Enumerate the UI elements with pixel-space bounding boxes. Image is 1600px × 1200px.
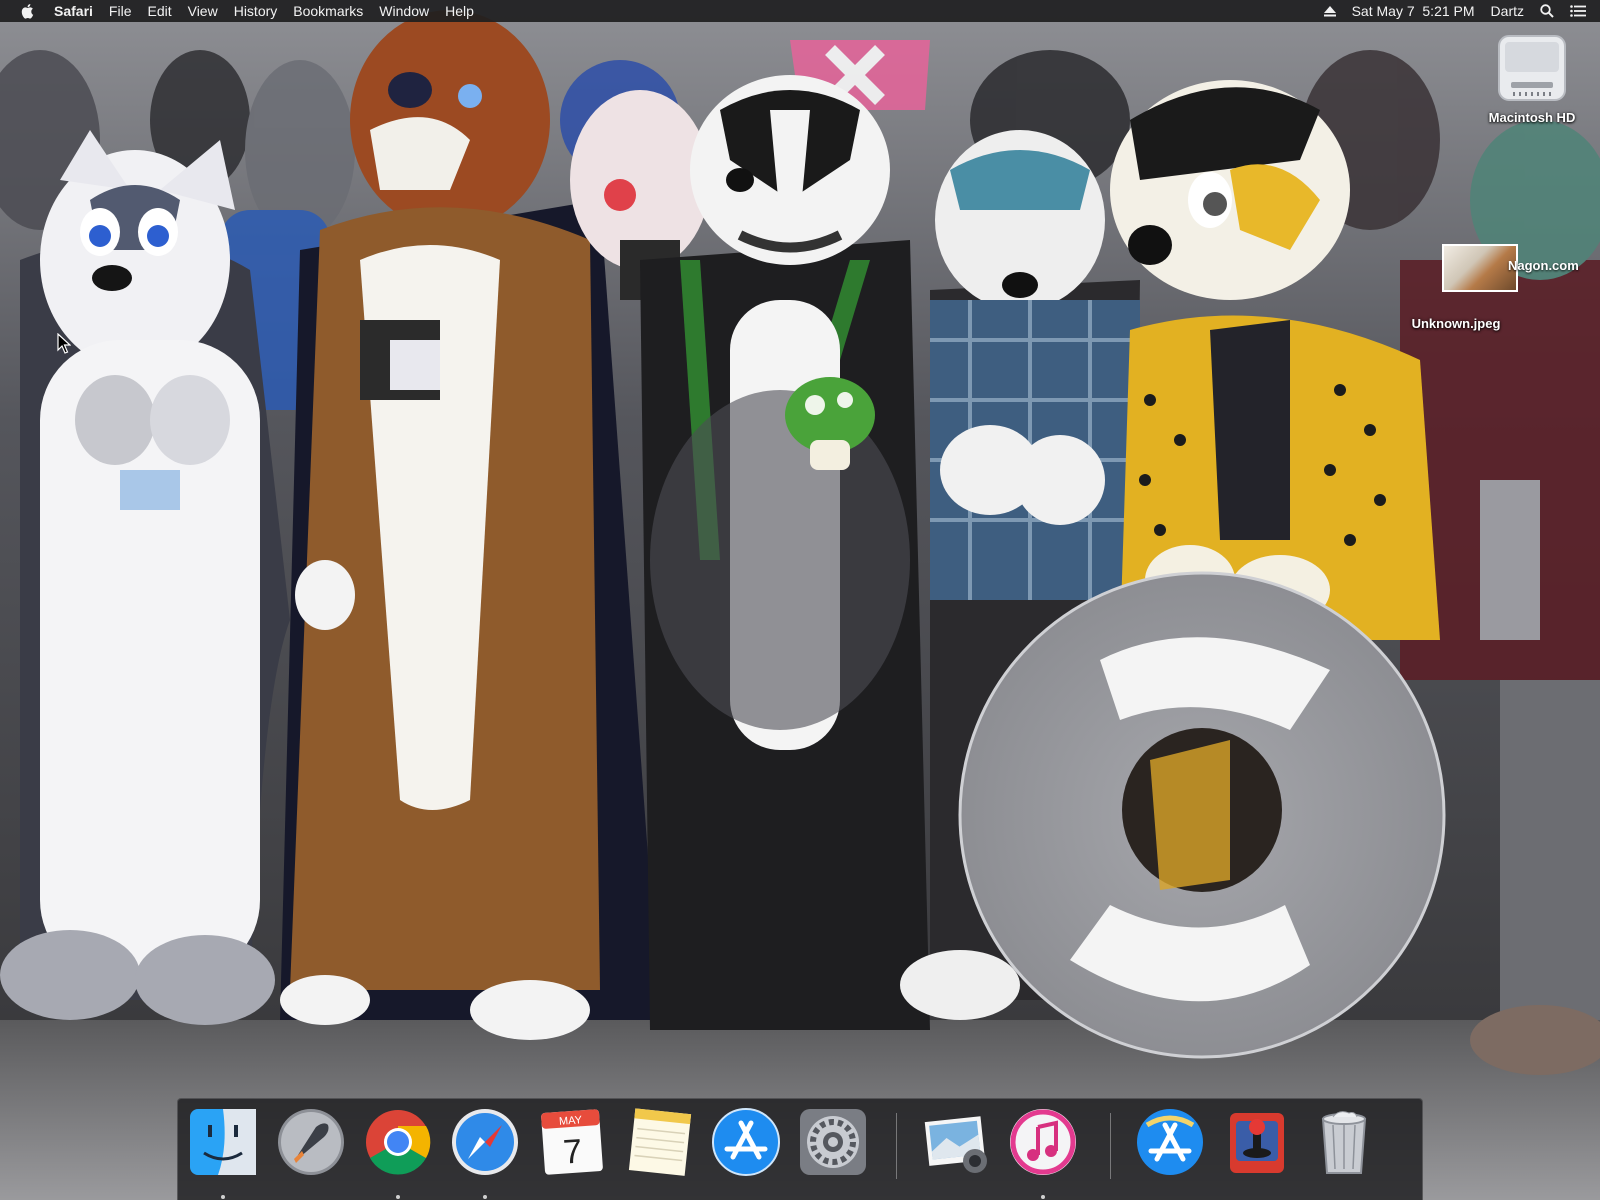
- launchpad-icon: [278, 1109, 344, 1175]
- dock-item-safari[interactable]: [447, 1107, 523, 1199]
- menu-edit[interactable]: Edit: [139, 0, 179, 22]
- dock-item-trash[interactable]: [1306, 1107, 1382, 1189]
- menu-bookmarks[interactable]: Bookmarks: [285, 0, 371, 22]
- running-indicator: [221, 1195, 225, 1199]
- calendar-icon: MAY 7: [541, 1109, 603, 1175]
- desktop-icon-label: Macintosh HD: [1488, 110, 1576, 125]
- notification-center-icon[interactable]: [1570, 5, 1586, 17]
- notes-icon: [628, 1108, 692, 1176]
- menu-window[interactable]: Window: [371, 0, 437, 22]
- dock-item-finder[interactable]: [185, 1107, 261, 1199]
- dock-item-downloads[interactable]: [1132, 1107, 1208, 1189]
- finder-icon: [190, 1109, 256, 1175]
- app-store-icon: [712, 1108, 780, 1176]
- dock-item-itunes[interactable]: [1005, 1107, 1081, 1199]
- menu-bar: Safari File Edit View History Bookmarks …: [0, 0, 1600, 22]
- eject-icon[interactable]: [1323, 5, 1336, 17]
- system-preferences-icon: [800, 1109, 866, 1175]
- menu-help[interactable]: Help: [437, 0, 482, 22]
- hard-drive-icon: [1497, 30, 1567, 106]
- dock-item-chrome[interactable]: [360, 1107, 436, 1199]
- dock-item-notes[interactable]: [621, 1107, 697, 1189]
- menu-history[interactable]: History: [226, 0, 286, 22]
- downloads-stack-icon: [1137, 1109, 1203, 1175]
- trash-icon: [1321, 1111, 1367, 1174]
- calendar-month: MAY: [559, 1114, 583, 1128]
- desktop-icon-macintosh-hd[interactable]: Macintosh HD: [1462, 30, 1600, 125]
- apple-icon[interactable]: [20, 3, 34, 19]
- chrome-icon: [366, 1110, 431, 1175]
- image-capture-icon: [924, 1116, 987, 1173]
- running-indicator: [396, 1195, 400, 1199]
- itunes-icon: [1010, 1109, 1076, 1175]
- joystick-icon: [1230, 1113, 1284, 1173]
- desktop-icon-label: Unknown.jpeg: [1411, 316, 1501, 331]
- dock-item-image-capture[interactable]: [918, 1107, 994, 1189]
- calendar-day: 7: [562, 1132, 584, 1171]
- spotlight-search-icon[interactable]: [1540, 4, 1554, 18]
- safari-icon: [452, 1109, 518, 1175]
- image-file-icon: [1442, 244, 1518, 292]
- menubar-user[interactable]: Dartz: [1491, 0, 1524, 22]
- running-indicator: [483, 1195, 487, 1199]
- menu-view[interactable]: View: [180, 0, 226, 22]
- menubar-clock[interactable]: Sat May 7 5:21 PM: [1352, 0, 1475, 22]
- dock: MAY 7: [177, 1098, 1423, 1200]
- dock-separator: [896, 1113, 897, 1179]
- dock-item-launchpad[interactable]: [273, 1107, 349, 1189]
- dock-item-joystick[interactable]: [1219, 1107, 1295, 1189]
- desktop-partial-label[interactable]: Nagon.com: [1508, 258, 1579, 273]
- dock-item-system-preferences[interactable]: [795, 1107, 871, 1189]
- dock-item-calendar[interactable]: MAY 7: [534, 1107, 610, 1189]
- menu-file[interactable]: File: [101, 0, 140, 22]
- running-indicator: [1041, 1195, 1045, 1199]
- dock-item-app-store[interactable]: [708, 1107, 784, 1189]
- desktop-wallpaper: [0, 0, 1600, 1200]
- menu-app-name[interactable]: Safari: [50, 0, 101, 22]
- mouse-pointer-icon: [57, 333, 71, 354]
- dock-separator: [1110, 1113, 1111, 1179]
